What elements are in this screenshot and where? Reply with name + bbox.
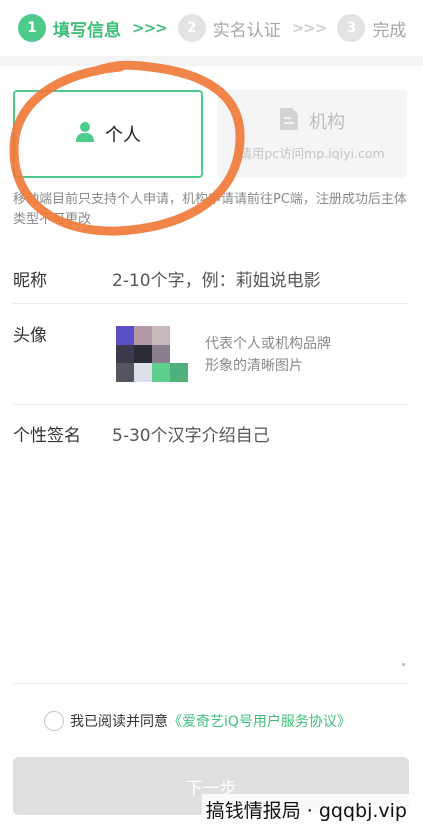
- stepper-divider: [0, 56, 423, 66]
- document-icon: [279, 107, 299, 135]
- watermark-text: 搞钱情报局 · gqqbj.vip: [201, 794, 411, 825]
- step-number-1: 1: [18, 14, 46, 42]
- person-icon: [75, 121, 95, 147]
- agreement-link[interactable]: 《爱奇艺iQ号用户服务协议》: [168, 711, 351, 731]
- divider: [13, 303, 409, 304]
- signature-input[interactable]: 5-30个汉字介绍自己: [112, 421, 270, 446]
- step-arrows-1: >>>: [132, 19, 168, 37]
- divider: [13, 683, 409, 684]
- nickname-input[interactable]: 2-10个字，例：莉姐说电影: [112, 266, 321, 291]
- step-complete: 3 完成: [337, 14, 406, 42]
- dot-marker: [402, 663, 405, 666]
- personal-type-label: 个人: [105, 125, 141, 146]
- progress-stepper: 1 填写信息 >>> 2 实名认证 >>> 3 完成: [0, 0, 423, 56]
- organization-type-hint: 请用pc访问mp.iqiyi.com: [239, 145, 385, 161]
- agreement-checkbox[interactable]: [44, 711, 64, 731]
- personal-type-card[interactable]: 个人: [13, 90, 203, 178]
- agreement-text: 我已阅读并同意: [70, 714, 168, 730]
- step-arrows-2: >>>: [291, 19, 328, 37]
- organization-type-card[interactable]: 机构 请用pc访问mp.iqiyi.com: [217, 90, 407, 178]
- step-number-2: 2: [177, 14, 206, 42]
- step-fill-info: 1 填写信息: [18, 14, 121, 42]
- nickname-label: 昵称: [13, 271, 47, 291]
- step-verify: 2 实名认证: [177, 14, 281, 42]
- step-label-1: 填写信息: [53, 20, 121, 41]
- avatar-hint: 代表个人或机构品牌 形象的清晰图片: [205, 333, 331, 377]
- step-number-3: 3: [337, 14, 366, 42]
- step-label-3: 完成: [372, 20, 407, 41]
- avatar-label: 头像: [13, 326, 47, 346]
- avatar-hint-line1: 代表个人或机构品牌: [205, 336, 331, 352]
- agreement-row: 我已阅读并同意 《爱奇艺iQ号用户服务协议》: [44, 711, 351, 731]
- organization-type-label: 机构: [309, 111, 345, 133]
- divider: [13, 404, 409, 405]
- avatar-hint-line2: 形象的清晰图片: [205, 358, 303, 374]
- avatar-upload[interactable]: [116, 326, 188, 382]
- type-notice: 移动端目前只支持个人申请，机构申请请前往PC端，注册成功后主体类型不可更改: [13, 192, 407, 227]
- step-label-2: 实名认证: [212, 20, 281, 41]
- signature-label: 个性签名: [13, 426, 81, 446]
- account-type-selector: 个人 机构 请用pc访问mp.iqiyi.com: [13, 90, 409, 178]
